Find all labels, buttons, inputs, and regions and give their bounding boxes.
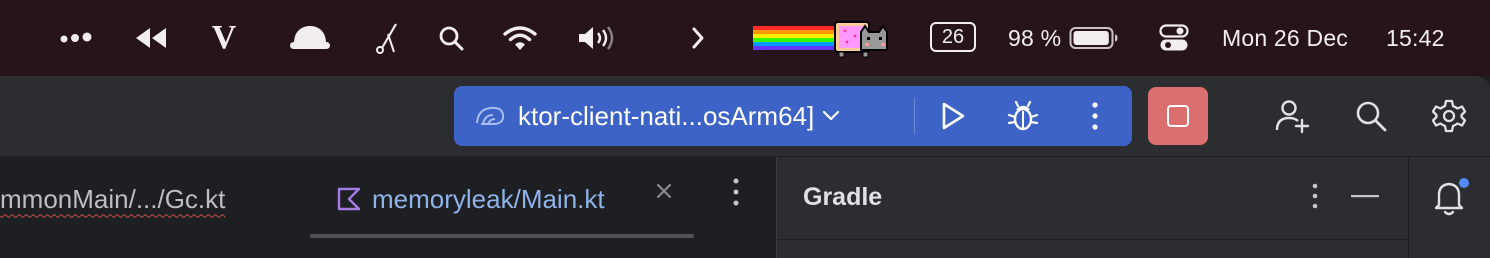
chevron-right-icon[interactable]	[686, 0, 710, 76]
settings-button[interactable]	[1424, 76, 1474, 156]
run-widget-more-button[interactable]	[1070, 86, 1120, 146]
macos-menu-bar: V 26 98 % Mon 26 Dec 15:42	[0, 0, 1490, 76]
run-config-label: ktor-client-nati...osArm64]	[518, 100, 815, 131]
search-icon	[1356, 101, 1387, 132]
tab-gc-kt[interactable]: mmonMain/.../Gc.kt	[0, 157, 225, 241]
run-config-icon	[474, 103, 506, 129]
main-toolbar: ktor-client-nati...osArm64]	[0, 76, 1490, 157]
ide-window: ktor-client-nati...osArm64] mmonMain/...…	[0, 76, 1490, 258]
calendar-day: 26	[941, 25, 965, 48]
vivaldi-v-icon[interactable]: V	[204, 0, 244, 76]
right-tool-strip	[1408, 157, 1490, 258]
run-widget: ktor-client-nati...osArm64]	[454, 86, 1132, 146]
gear-icon	[1431, 99, 1467, 133]
volume-icon[interactable]	[574, 0, 618, 76]
add-user-icon	[1275, 100, 1310, 134]
tab-label: memoryleak/Main.kt	[372, 183, 605, 214]
notifications-button[interactable]	[1429, 175, 1473, 219]
battery-icon	[1069, 27, 1118, 49]
gradle-panel-title: Gradle	[803, 183, 883, 211]
close-icon	[657, 184, 671, 198]
battery-status[interactable]: 98 %	[1008, 0, 1124, 76]
more-vertical-icon	[1312, 183, 1318, 209]
tabs-more-button[interactable]	[722, 177, 750, 207]
tab-label: mmonMain/.../Gc.kt	[0, 183, 226, 214]
battery-percent: 98 %	[1008, 24, 1062, 51]
active-tab-indicator	[310, 234, 694, 238]
stop-button[interactable]	[1148, 87, 1208, 145]
minimize-icon	[1351, 195, 1379, 198]
code-with-me-button[interactable]	[1268, 76, 1318, 156]
nyan-cat-icon[interactable]	[752, 0, 894, 76]
chevron-down-icon	[822, 110, 840, 122]
control-center-icon[interactable]	[1156, 0, 1192, 76]
rewind-icon[interactable]	[130, 0, 172, 76]
gradle-toolbar-divider	[777, 239, 1408, 240]
run-configuration-selector[interactable]: ktor-client-nati...osArm64]	[454, 86, 840, 146]
search-everywhere-button[interactable]	[1346, 76, 1396, 156]
dots-icon[interactable]	[56, 0, 96, 76]
debug-button[interactable]	[998, 86, 1048, 146]
more-vertical-icon	[1092, 102, 1098, 130]
gradle-tool-window: Gradle	[777, 157, 1408, 258]
run-button[interactable]	[928, 86, 978, 146]
close-tab-button[interactable]	[652, 179, 676, 203]
gradle-hide-button[interactable]	[1345, 175, 1385, 217]
bell-icon	[1434, 176, 1471, 216]
clock-date[interactable]: Mon 26 Dec	[1222, 0, 1372, 76]
wifi-icon[interactable]	[500, 0, 540, 76]
stop-icon	[1167, 105, 1189, 127]
gradle-options-button[interactable]	[1295, 175, 1335, 217]
kotlin-file-icon	[336, 186, 362, 212]
run-widget-separator	[914, 98, 915, 134]
tab-main-kt[interactable]: memoryleak/Main.kt	[336, 157, 605, 241]
more-vertical-icon	[733, 178, 739, 206]
search-icon[interactable]	[434, 0, 468, 76]
play-icon	[942, 102, 965, 130]
cloud-hat-icon[interactable]	[286, 0, 334, 76]
clock-time[interactable]: 15:42	[1386, 0, 1458, 76]
calendar-badge-icon[interactable]: 26	[930, 22, 976, 52]
bug-icon	[1007, 100, 1039, 131]
scissors-pen-icon[interactable]	[370, 0, 404, 76]
